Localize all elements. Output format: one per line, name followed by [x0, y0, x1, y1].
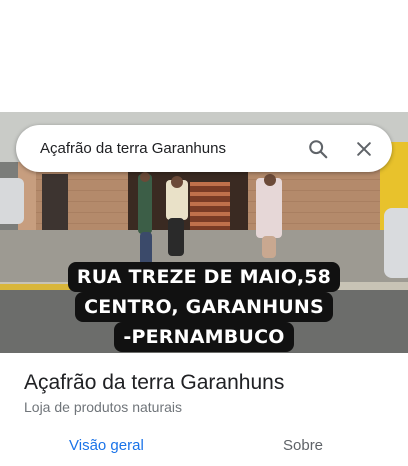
- search-input[interactable]: Açafrão da terra Garanhuns: [40, 140, 298, 157]
- caption-line: RUA TREZE DE MAIO,58: [67, 262, 341, 292]
- caption-line: -PERNAMBUCO: [114, 322, 294, 352]
- search-bar[interactable]: Açafrão da terra Garanhuns: [16, 125, 392, 172]
- map-blank-area: [0, 0, 408, 112]
- close-button[interactable]: [344, 129, 384, 169]
- caption-line: CENTRO, GARANHUNS: [75, 292, 333, 322]
- photo-caption: RUA TREZE DE MAIO,58 CENTRO, GARANHUNS -…: [0, 262, 408, 352]
- place-info-panel: Açafrão da terra Garanhuns Loja de produ…: [0, 353, 408, 466]
- close-icon: [357, 141, 371, 156]
- pedestrian: [138, 174, 152, 234]
- place-title: Açafrão da terra Garanhuns: [24, 371, 285, 394]
- place-category: Loja de produtos naturais: [24, 399, 182, 415]
- place-tabs: Visão geral Sobre: [0, 431, 408, 466]
- pedestrian: [256, 178, 282, 238]
- parked-car: [0, 178, 24, 224]
- tab-overview[interactable]: Visão geral: [69, 437, 144, 454]
- search-button[interactable]: [298, 129, 338, 169]
- search-icon: [309, 139, 328, 158]
- tab-about[interactable]: Sobre: [283, 437, 323, 454]
